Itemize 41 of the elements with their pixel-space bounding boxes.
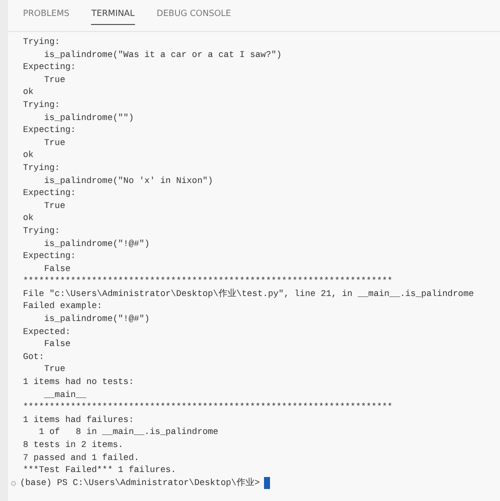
panel-tab[interactable]: TERMINAL (91, 9, 135, 25)
terminal-line: ok (23, 149, 34, 162)
terminal-line: Expecting: (23, 187, 76, 200)
terminal-line: ********************************************************************** (23, 401, 393, 414)
terminal-line: Trying: (23, 162, 60, 175)
terminal-line: Expecting: (23, 250, 76, 263)
terminal-line: is_palindrome("Was it a car or a cat I saw?") (43, 48, 282, 62)
terminal-line: Expecting: (23, 124, 76, 137)
panel-tab[interactable]: DEBUG CONSOLE (156, 9, 232, 24)
terminal-line: 1 items had no tests: (23, 376, 134, 389)
terminal-line: is_palindrome("!@#") (43, 313, 150, 326)
terminal-line: ********************************************************************** (23, 275, 393, 288)
terminal-line: ***Test Failed*** 1 failures. (23, 464, 176, 477)
terminal-line: File "c:\Users\Administrator\Desktop\作业\test.py", line 21, in __main__.is_palindrome (23, 288, 474, 300)
terminal-line: 8 tests in 2 items. (23, 439, 124, 452)
terminal-line: True (43, 74, 66, 86)
terminal-line: is_palindrome("No 'x' in Nixon") (43, 174, 214, 188)
terminal-line: Trying: (23, 36, 60, 49)
terminal-line: True (43, 363, 66, 376)
terminal-line: Trying: (23, 98, 60, 112)
terminal-line: Expected: (23, 326, 71, 338)
terminal-line: True (43, 200, 66, 212)
terminal-line: Got: (23, 350, 44, 364)
terminal-line: is_palindrome("!@#") (43, 238, 150, 250)
terminal-line: ok (23, 86, 34, 99)
terminal-line: ok (23, 212, 34, 225)
panel-tab[interactable]: PROBLEMS (23, 9, 70, 24)
terminal-prompt: (base) PS C:\Users\Administrator\Desktop\作业> (20, 476, 260, 490)
terminal-line: is_palindrome("") (43, 112, 134, 124)
terminal-cursor (264, 477, 270, 490)
terminal-line: Failed example: (23, 300, 102, 314)
terminal-line: __main__ (43, 388, 86, 402)
terminal-line: 1 items had failures: (23, 414, 134, 426)
terminal-line: 1 of 8 in __main__.is_palindrome (38, 426, 218, 439)
terminal-line: 7 passed and 1 failed. (23, 452, 140, 464)
terminal-line: Expecting: (23, 61, 76, 74)
terminal-line: True (43, 136, 66, 150)
prompt-marker-icon (11, 480, 16, 486)
terminal-line: Trying: (23, 224, 60, 238)
terminal-line: False (43, 338, 71, 351)
terminal-line: False (43, 262, 71, 276)
